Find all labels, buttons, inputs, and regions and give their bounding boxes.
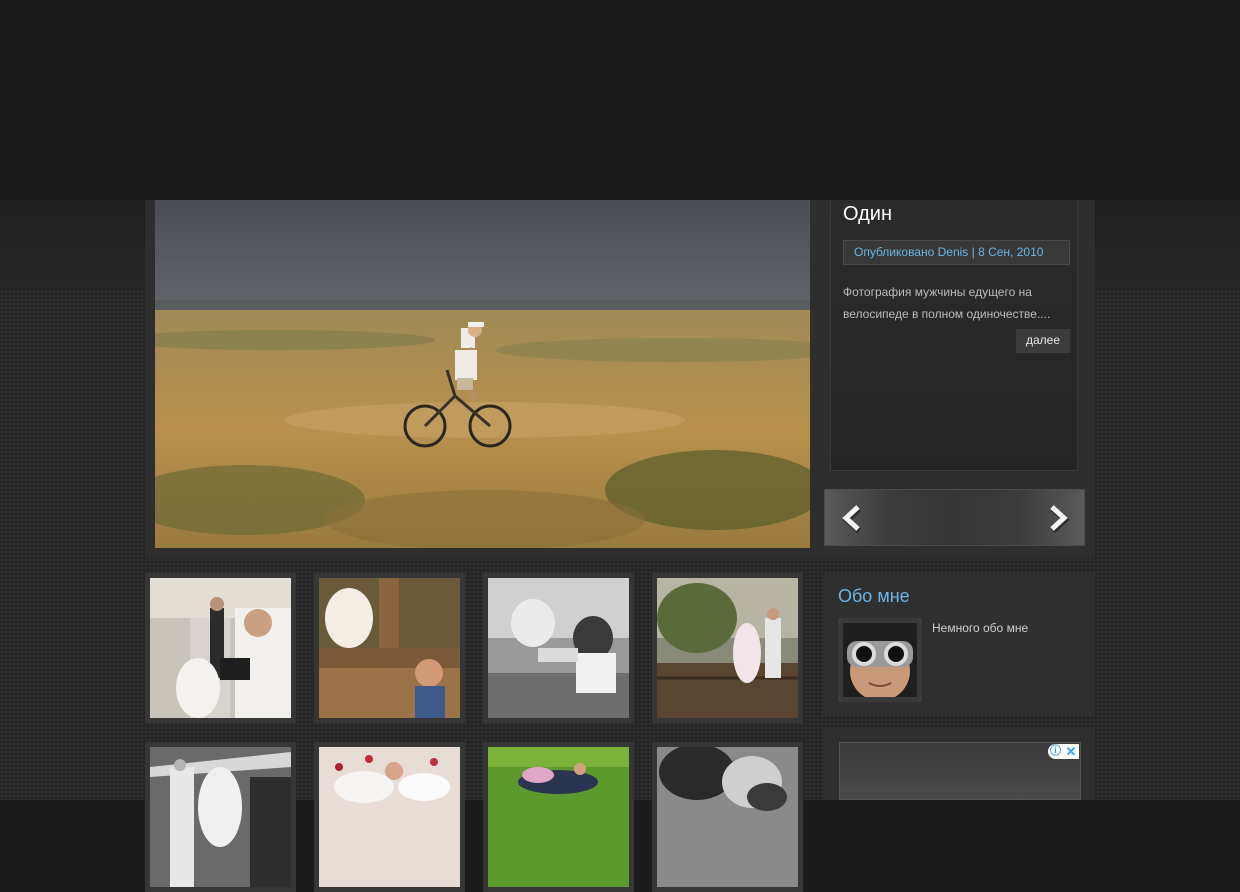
ad-close-icon[interactable]: ✕ bbox=[1063, 744, 1079, 759]
thumbnail-image bbox=[657, 747, 798, 887]
thumbnail-image bbox=[150, 747, 291, 887]
thumbnail-image bbox=[150, 578, 291, 718]
post-title[interactable]: Один bbox=[843, 203, 892, 226]
featured-photo-image bbox=[155, 200, 810, 548]
ad-frame[interactable] bbox=[839, 742, 1081, 800]
gallery-thumbnail[interactable] bbox=[145, 573, 296, 723]
thumbnail-image bbox=[319, 747, 460, 887]
gallery-thumbnail[interactable] bbox=[652, 573, 803, 723]
gallery-thumbnail[interactable] bbox=[314, 573, 465, 723]
chevron-right-icon[interactable] bbox=[1042, 502, 1074, 534]
gallery-thumbnail[interactable] bbox=[483, 573, 634, 723]
ad-info-icon[interactable]: ⓘ bbox=[1048, 744, 1063, 759]
gallery-thumbnail[interactable] bbox=[483, 742, 634, 892]
top-blank-area bbox=[0, 0, 1240, 200]
post-meta[interactable]: Опубликовано Denis | 8 Сен, 2010 bbox=[843, 240, 1070, 265]
about-text: Немного обо мне bbox=[932, 621, 1029, 635]
read-more-button[interactable]: далее bbox=[1016, 329, 1070, 353]
avatar[interactable] bbox=[838, 618, 922, 702]
thumbnail-image bbox=[488, 578, 629, 718]
avatar-image bbox=[843, 623, 917, 701]
chevron-left-icon[interactable] bbox=[838, 502, 870, 534]
gallery-thumbnail[interactable] bbox=[145, 742, 296, 892]
post-excerpt: Фотография мужчины едущего на велосипеде… bbox=[843, 285, 1051, 321]
thumbnail-image bbox=[657, 578, 798, 718]
thumbnail-image bbox=[319, 578, 460, 718]
thumbnail-image bbox=[488, 747, 629, 887]
gallery-thumbnail[interactable] bbox=[314, 742, 465, 892]
featured-photo[interactable] bbox=[155, 200, 810, 548]
about-title: Обо мне bbox=[838, 586, 910, 606]
gallery-thumbnail[interactable] bbox=[652, 742, 803, 892]
